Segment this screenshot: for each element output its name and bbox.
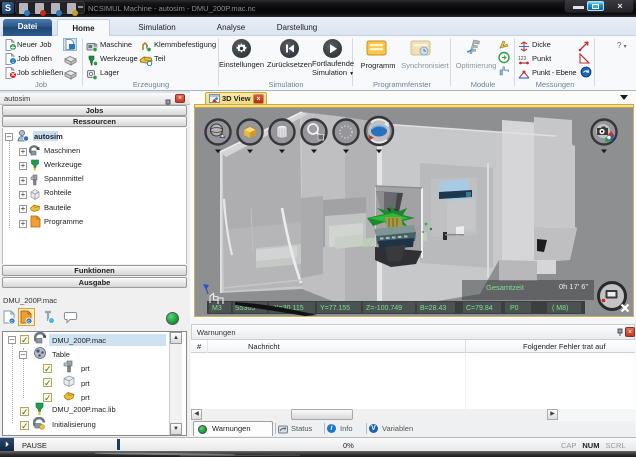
svg-text:( M8): ( M8) [552, 305, 568, 312]
svg-text:a: a [37, 146, 40, 152]
svg-text:a: a [43, 334, 46, 340]
svg-text:0h 17' 6": 0h 17' 6" [559, 282, 588, 291]
svg-text:M3: M3 [212, 305, 222, 312]
svg-text:G: G [94, 43, 97, 47]
svg-text:Gesamtzeit: Gesamtzeit [486, 283, 525, 292]
svg-text:123: 123 [518, 56, 527, 62]
svg-text:Y=77.155: Y=77.155 [320, 305, 350, 312]
svg-text:B=28.43: B=28.43 [420, 305, 446, 312]
svg-text:C=79.84: C=79.84 [466, 305, 493, 312]
svg-text:P0: P0 [510, 305, 519, 312]
svg-text:Z=-100.749: Z=-100.749 [366, 305, 402, 312]
